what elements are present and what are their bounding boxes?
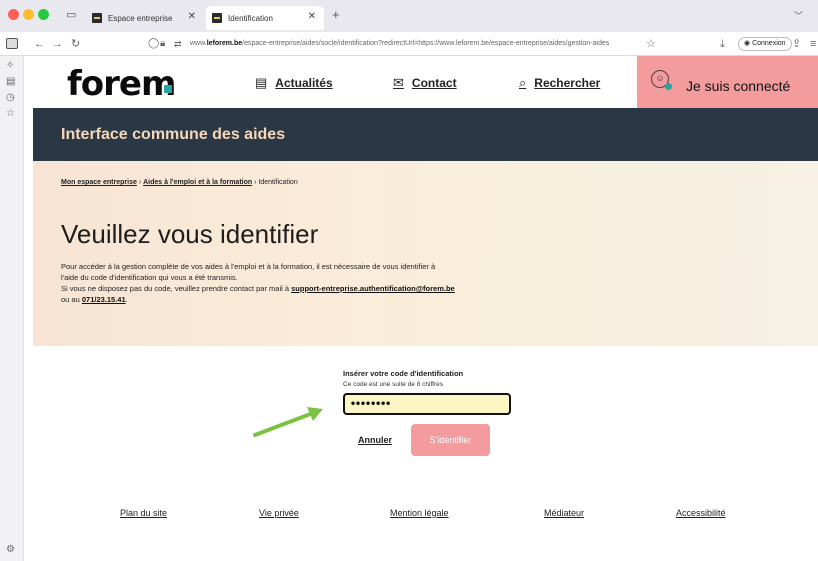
nav-label: Actualités [275, 76, 333, 90]
menu-icon[interactable]: ≡ [810, 36, 816, 52]
newspaper-icon: ▤ [255, 75, 268, 90]
hero-section: Mon espace entreprise › Aides à l'emploi… [33, 161, 818, 346]
intro-line: ou au 071/23.15.41. [61, 295, 128, 304]
nav-label: Contact [411, 76, 457, 90]
footer-link-accessibilite[interactable]: Accessibilité [676, 508, 726, 518]
intro-line: Pour accéder à la gestion complète de vo… [61, 262, 436, 271]
breadcrumb-link-espace[interactable]: Mon espace entreprise [61, 179, 137, 186]
bookmarks-icon[interactable]: ☆ [6, 108, 15, 119]
user-icon: ☺ [651, 70, 672, 90]
footer-link-mediateur[interactable]: Médiateur [544, 508, 584, 518]
tab-label: Identification [228, 13, 273, 23]
forem-favicon-icon [212, 13, 222, 23]
footer-link-vie-privee[interactable]: Vie privée [259, 508, 299, 518]
close-window-button[interactable] [8, 9, 19, 20]
nav-contact[interactable]: ✉ Contact [393, 75, 457, 91]
account-icon: ◉ [744, 40, 753, 47]
identification-code-input[interactable] [343, 393, 511, 415]
browser-tab-bar: ▭ Espace entreprise ✕ Identification ✕ +… [0, 0, 818, 32]
address-bar[interactable]: www.leforem.be/espace-entreprise/aides/s… [190, 36, 630, 52]
tab-espace-entreprise[interactable]: Espace entreprise ✕ [86, 6, 204, 30]
tab-overview-icon[interactable]: ▭ [66, 8, 76, 21]
banner-title: Interface commune des aides [61, 126, 286, 143]
cancel-button[interactable]: Annuler [358, 435, 392, 445]
back-icon[interactable]: ← [34, 36, 45, 52]
permissions-icon[interactable]: ⇄ [174, 36, 182, 52]
tab-list-chevron-icon[interactable]: ﹀ [794, 9, 803, 22]
site-header: forem ▤ Actualités ✉ Contact ⌕ Recherche… [33, 56, 818, 108]
downloads-icon[interactable]: ⤓ [720, 36, 725, 52]
bookmark-star-icon[interactable]: ☆ [646, 36, 656, 52]
reload-icon[interactable]: ↻ [71, 36, 80, 52]
intro-line: l'aide du code d'identification qui vous… [61, 273, 238, 282]
footer-link-plan-du-site[interactable]: Plan du site [120, 508, 167, 518]
code-field-hint: Ce code est une suite de 8 chiffres [343, 381, 443, 388]
breadcrumb-current: Identification [258, 179, 298, 186]
share-icon[interactable]: ⇪ [792, 36, 801, 52]
tab-identification[interactable]: Identification ✕ [206, 6, 324, 30]
footer-link-mention-legale[interactable]: Mention légale [390, 508, 449, 518]
web-page: forem ▤ Actualités ✉ Contact ⌕ Recherche… [33, 56, 818, 561]
connected-label: Je suis connecté [686, 78, 791, 94]
history-icon[interactable]: ◷ [6, 92, 15, 103]
intro-text: Pour accéder à la gestion complète de vo… [61, 261, 561, 305]
breadcrumb-separator: › [254, 179, 257, 186]
forem-favicon-icon [92, 13, 102, 23]
mail-icon: ✉ [393, 75, 404, 90]
connected-user-button[interactable]: ☺ Je suis connecté [637, 56, 818, 108]
close-tab-icon[interactable]: ✕ [308, 11, 316, 22]
nav-actualites[interactable]: ▤ Actualités [255, 75, 333, 91]
intro-line: Si vous ne disposez pas du code, veuille… [61, 284, 455, 293]
section-banner: Interface commune des aides [33, 108, 818, 161]
maximize-window-button[interactable] [38, 9, 49, 20]
breadcrumb: Mon espace entreprise › Aides à l'emploi… [61, 179, 298, 186]
minimize-window-button[interactable] [23, 9, 34, 20]
breadcrumb-separator: › [138, 179, 142, 186]
lock-icon[interactable]: 🔒︎ [160, 36, 165, 52]
settings-gear-icon[interactable]: ⚙ [6, 544, 15, 555]
sidebar-toggle-icon[interactable] [6, 38, 18, 49]
tab-label: Espace entreprise [108, 13, 173, 23]
support-phone-link[interactable]: 071/23.15.41 [82, 295, 126, 304]
nav-label: Rechercher [534, 76, 601, 90]
forem-logo[interactable]: forem [67, 64, 176, 104]
browser-nav-bar: ← → ↻ ◯ 🔒︎ ⇄ www.leforem.be/espace-entre… [0, 32, 818, 56]
code-field-label: Insérer votre code d'identification [343, 369, 464, 378]
search-icon: ⌕ [519, 75, 527, 90]
breadcrumb-link-aides[interactable]: Aides à l'emploi et à la formation [143, 179, 252, 186]
close-tab-icon[interactable]: ✕ [188, 11, 196, 22]
green-arrow-annotation [253, 407, 323, 437]
connexion-account-button[interactable]: ◉ Connexion [738, 37, 792, 51]
browser-sidebar: ✧ ▤ ◷ ☆ ⚙ [0, 56, 24, 561]
nav-rechercher[interactable]: ⌕ Rechercher [519, 75, 600, 91]
support-email-link[interactable]: support-entreprise.authentification@fore… [291, 284, 455, 293]
identify-submit-button[interactable]: S'identifier [411, 424, 490, 456]
extensions-icon[interactable]: ▤ [6, 76, 15, 87]
logo-teal-mark [164, 85, 172, 93]
page-title: Veuillez vous identifier [61, 219, 319, 249]
ai-sparkle-icon[interactable]: ✧ [6, 60, 14, 71]
new-tab-button[interactable]: + [332, 7, 340, 22]
forward-icon[interactable]: → [52, 36, 63, 52]
shield-icon[interactable]: ◯ [148, 36, 159, 52]
